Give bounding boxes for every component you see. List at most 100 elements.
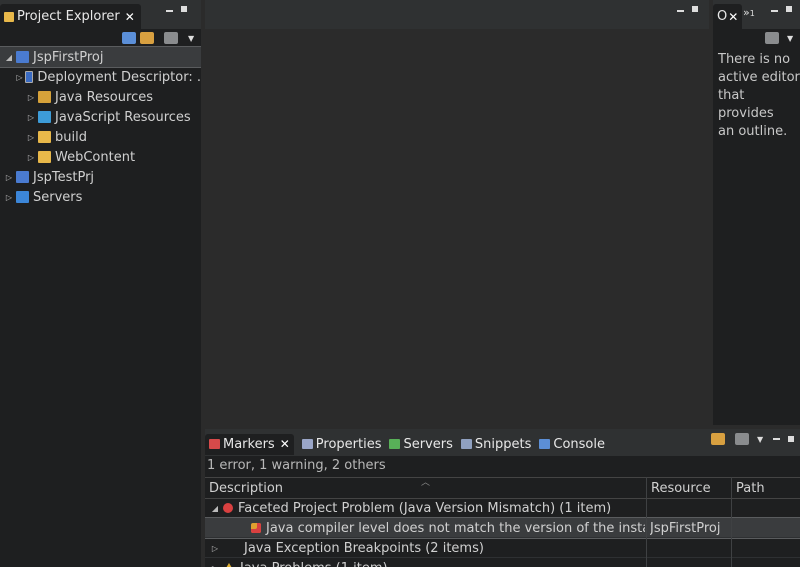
table-row[interactable]: ◢ Faceted Project Problem (Java Version M… xyxy=(205,498,800,518)
collapsed-toggle-icon[interactable]: ▷ xyxy=(26,93,36,102)
maximize-icon[interactable] xyxy=(788,436,795,442)
maximize-icon[interactable] xyxy=(692,6,698,12)
tree-item-label: JavaScript Resources xyxy=(55,109,191,125)
tab-properties[interactable]: Properties xyxy=(301,434,382,455)
bottom-tabs: Markers ✕ Properties Servers Snippets Console xyxy=(205,432,613,456)
marker-description: Java compiler level does not match the v… xyxy=(266,520,645,536)
tree-item[interactable]: ▷ Java Resources xyxy=(0,87,201,107)
column-divider[interactable] xyxy=(646,477,647,567)
collapsed-toggle-icon[interactable]: ▷ xyxy=(26,133,36,142)
table-row[interactable]: Java compiler level does not match the v… xyxy=(205,517,800,539)
editor-window-controls xyxy=(677,6,698,12)
tab-markers[interactable]: Markers ✕ xyxy=(205,433,294,455)
expanded-toggle-icon[interactable]: ◢ xyxy=(210,504,220,513)
tab-servers[interactable]: Servers xyxy=(389,434,453,455)
marker-resource: JspFirstProj xyxy=(650,520,721,536)
column-divider[interactable] xyxy=(731,477,732,567)
console-icon xyxy=(539,439,551,449)
project-explorer-toolbar: ▼ xyxy=(122,32,194,44)
servers-folder-icon xyxy=(16,191,29,203)
project-explorer-icon xyxy=(4,11,14,22)
collapsed-toggle-icon[interactable]: ▷ xyxy=(4,193,14,202)
minimize-icon[interactable] xyxy=(771,10,778,12)
collapsed-toggle-icon[interactable]: ▷ xyxy=(4,173,14,182)
overflow-chevron: » xyxy=(743,6,750,19)
tab-outline-label: O xyxy=(717,9,728,24)
overflow-count: 1 xyxy=(749,9,755,18)
tab-project-explorer-label: Project Explorer xyxy=(17,9,120,24)
view-menu-options-icon[interactable] xyxy=(735,433,749,445)
close-icon[interactable]: ✕ xyxy=(280,437,290,451)
tab-label: Properties xyxy=(315,436,382,452)
close-icon[interactable]: ✕ xyxy=(728,10,738,24)
focus-on-selection-icon[interactable] xyxy=(711,433,725,445)
table-row[interactable]: ▷ Java Problems (1 item) xyxy=(205,558,800,567)
tree-item[interactable]: ▷ Deployment Descriptor: . xyxy=(0,67,201,87)
folder-icon xyxy=(38,151,51,163)
collapse-all-icon[interactable] xyxy=(122,32,136,44)
outline-message-line: that provides xyxy=(718,88,774,121)
tree-item[interactable]: ▷ JspTestPrj xyxy=(0,167,201,187)
tab-snippets[interactable]: Snippets xyxy=(460,434,531,455)
collapsed-toggle-icon[interactable]: ▷ xyxy=(210,564,220,567)
view-overflow-button[interactable]: »1 xyxy=(743,6,755,19)
table-row[interactable]: ▷ Java Exception Breakpoints (2 items) xyxy=(205,538,800,558)
maximize-icon[interactable] xyxy=(181,6,187,12)
markers-table-header: ︿ Description Resource Path xyxy=(205,477,800,499)
maximize-icon[interactable] xyxy=(786,6,792,12)
tab-console[interactable]: Console xyxy=(539,434,605,455)
editor-tabbar xyxy=(205,0,709,29)
marker-description: Faceted Project Problem (Java Version Mi… xyxy=(238,500,612,516)
markers-table-body: ◢ Faceted Project Problem (Java Version M… xyxy=(205,498,800,567)
column-header-resource[interactable]: Resource xyxy=(651,481,711,496)
minimize-icon[interactable] xyxy=(166,10,173,12)
project-tree: ◢ JspFirstProj ▷ Deployment Descriptor: . ▷ J… xyxy=(0,46,201,567)
outline-message-line: an outline. xyxy=(718,124,788,139)
breakpoint-group-spacer xyxy=(223,543,239,553)
java-resources-icon xyxy=(38,91,51,103)
tree-item[interactable]: ▷ JavaScript Resources xyxy=(0,107,201,127)
tree-item-label: WebContent xyxy=(55,149,136,165)
column-header-path[interactable]: Path xyxy=(736,481,765,496)
project-icon xyxy=(16,171,29,183)
expanded-toggle-icon[interactable]: ◢ xyxy=(4,53,14,62)
servers-icon xyxy=(389,439,401,449)
chevron-down-icon[interactable]: ▼ xyxy=(787,34,793,43)
tree-item[interactable]: ◢ JspFirstProj xyxy=(0,46,201,68)
tree-item[interactable]: ▷ WebContent xyxy=(0,147,201,167)
view-menu-options-icon[interactable] xyxy=(765,32,779,44)
chevron-down-icon[interactable]: ▼ xyxy=(757,435,763,444)
column-header-description[interactable]: Description xyxy=(209,481,283,496)
properties-icon xyxy=(301,439,313,449)
chevron-down-icon[interactable]: ▼ xyxy=(188,34,194,43)
markers-toolbar: ▼ xyxy=(711,433,795,445)
tab-label: Servers xyxy=(403,436,453,452)
javascript-resources-icon xyxy=(38,111,51,123)
tab-outline[interactable]: O ✕ xyxy=(713,4,743,29)
link-with-editor-icon[interactable] xyxy=(140,32,154,44)
outline-message-line: There is no xyxy=(718,52,791,67)
outline-tabbar: O ✕ »1 xyxy=(713,0,800,29)
warning-icon xyxy=(223,563,235,567)
project-icon xyxy=(16,51,29,63)
close-icon[interactable]: ✕ xyxy=(125,10,135,24)
collapsed-toggle-icon[interactable]: ▷ xyxy=(26,113,36,122)
markers-summary: 1 error, 1 warning, 2 others xyxy=(207,458,386,473)
error-marker-icon xyxy=(251,523,261,533)
collapsed-toggle-icon[interactable]: ▷ xyxy=(26,153,36,162)
outline-window-controls xyxy=(771,6,792,12)
collapsed-toggle-icon[interactable]: ▷ xyxy=(210,544,220,553)
tree-item[interactable]: ▷ Servers xyxy=(0,187,201,207)
view-menu-options-icon[interactable] xyxy=(164,32,178,44)
marker-description: Java Problems (1 item) xyxy=(240,561,388,567)
collapsed-toggle-icon[interactable]: ▷ xyxy=(16,73,22,82)
minimize-icon[interactable] xyxy=(773,438,781,440)
tree-item[interactable]: ▷ build xyxy=(0,127,201,147)
deployment-descriptor-icon xyxy=(24,71,34,83)
tree-item-label: JspTestPrj xyxy=(33,169,95,185)
minimize-icon[interactable] xyxy=(677,10,684,12)
tab-project-explorer[interactable]: Project Explorer ✕ xyxy=(0,4,141,29)
project-explorer-panel: Project Explorer ✕ ▼ ◢ JspFirstProj ▷ Deplo… xyxy=(0,0,201,567)
project-explorer-tabbar: Project Explorer ✕ xyxy=(0,0,201,29)
tree-item-label: Deployment Descriptor: . xyxy=(37,69,201,85)
